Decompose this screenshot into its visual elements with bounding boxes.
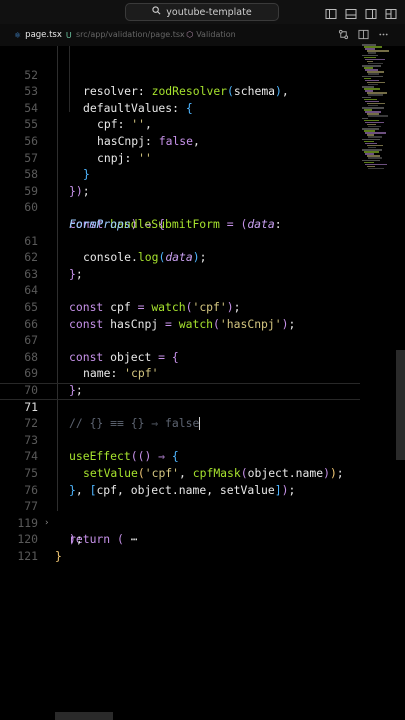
- toggle-panel-icon[interactable]: [345, 5, 357, 19]
- code-line: 77 › return ( ⋯: [0, 482, 360, 546]
- code-line: 62 };: [0, 233, 360, 281]
- code-line: 59: [0, 166, 360, 198]
- line-number: 121: [17, 548, 38, 563]
- more-actions-icon[interactable]: [378, 29, 389, 43]
- code-line: 70: [0, 365, 360, 397]
- split-editor-icon[interactable]: [358, 29, 369, 43]
- workspace-name: youtube-template: [166, 6, 252, 18]
- minimap[interactable]: [362, 44, 392, 174]
- code-line: 120 }: [0, 515, 360, 563]
- toggle-primary-sidebar-icon[interactable]: [325, 5, 337, 19]
- code-line: 67 const object = {: [0, 316, 360, 364]
- code-editor[interactable]: 52 resolver: zodResolver(schema), 53 def…: [0, 46, 405, 720]
- code-line: 75 }, [cpf, object.name, setValue]);: [0, 448, 360, 497]
- title-bar: youtube-template: [0, 0, 405, 24]
- customize-layout-icon[interactable]: [385, 5, 397, 19]
- code-line: 56 cnpj: '': [0, 116, 360, 165]
- code-line: 66: [0, 299, 360, 331]
- code-line: 55 hasCnpj: false,: [0, 100, 360, 148]
- code-line: 54 cpf: '',: [0, 83, 360, 132]
- code-line: 121: [0, 531, 360, 563]
- search-icon: [152, 6, 161, 18]
- code-line-wrapped: FormProps) ⇒ {: [69, 216, 166, 231]
- symbol-icon: ⬡: [186, 30, 194, 39]
- code-line: 63: [0, 249, 360, 281]
- code-line: 72: [0, 399, 360, 430]
- code-line: 58 });: [0, 150, 360, 198]
- code-line: 68 name: 'cpf': [0, 332, 360, 381]
- code-line: 76: [0, 465, 360, 497]
- breadcrumb-path[interactable]: src/app/validation/page.tsx: [76, 30, 185, 39]
- minimap-line: [368, 115, 388, 117]
- horizontal-scrollbar[interactable]: [55, 712, 113, 720]
- code-line: 73 useEffect(() ⇒ {: [0, 415, 360, 464]
- untracked-status-badge: U: [65, 30, 72, 40]
- code-line: 119 );: [0, 498, 360, 547]
- code-line: 69 };: [0, 349, 360, 397]
- toggle-secondary-sidebar-icon[interactable]: [365, 5, 377, 19]
- code-line: 60 const handleSubmitForm = (data:: [0, 183, 360, 231]
- code-line: 65 const hasCnpj = watch('hasCnpj');: [0, 282, 360, 331]
- compare-changes-icon[interactable]: [338, 29, 349, 43]
- code-line: 52 resolver: zodResolver(schema),: [0, 50, 360, 99]
- tsx-file-icon: ⚛: [14, 30, 22, 40]
- chevron-right-icon: ›: [180, 30, 184, 39]
- editor-tab[interactable]: ⚛ page.tsx U: [14, 30, 72, 40]
- code-line: 64 const cpf = watch('cpf');: [0, 266, 360, 314]
- vertical-scrollbar[interactable]: [396, 350, 405, 460]
- code-line: 57 }: [0, 133, 360, 182]
- editor-breadcrumb-bar: ⚛ page.tsx U src/app/validation/page.tsx…: [0, 24, 405, 46]
- tab-file-name: page.tsx: [25, 30, 62, 40]
- code-line: 61 console.log(data);: [0, 216, 360, 265]
- breadcrumb-symbol-label: Validation: [196, 30, 236, 39]
- code-line-active: 71 // {} ≡≡ {} ⇒ false: [0, 382, 360, 431]
- code-line: 74 setValue('cpf', cpfMask(object.name))…: [0, 432, 360, 480]
- command-center-search[interactable]: youtube-template: [125, 3, 279, 21]
- breadcrumb-symbol[interactable]: › ⬡ Validation: [180, 30, 236, 39]
- minimap-line: [368, 167, 384, 170]
- code-line: 53 defaultValues: {: [0, 67, 360, 115]
